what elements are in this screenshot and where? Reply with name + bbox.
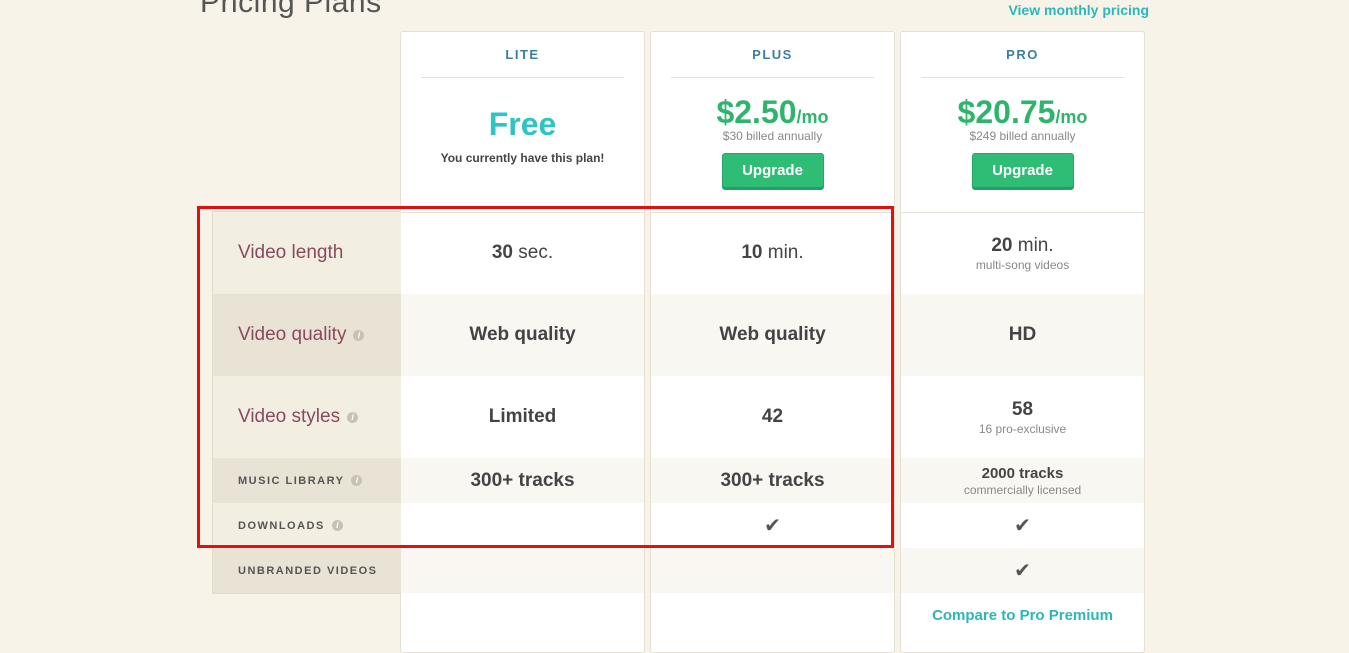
price-amount: $2.50: [716, 94, 797, 130]
plan-name: LITE: [421, 32, 624, 78]
unbranded-cell: [401, 548, 644, 593]
video-styles-value: Limited: [488, 406, 557, 427]
video-length-subtext: multi-song videos: [975, 257, 1070, 272]
video-length-unit: sec.: [518, 242, 554, 263]
price-unit: /mo: [1055, 107, 1088, 127]
billed-annually-note: $249 billed annually: [969, 129, 1076, 143]
feature-label: UNBRANDED VIDEOS: [238, 564, 378, 577]
video-length-unit: min.: [1017, 234, 1054, 256]
video-styles-value: 58: [1011, 398, 1034, 420]
video-styles-cell: 58 16 pro-exclusive: [901, 376, 1144, 458]
video-styles-subtext: 16 pro-exclusive: [978, 421, 1067, 436]
music-library-value: 300+ tracks: [470, 469, 575, 491]
feature-row-unbranded-videos: UNBRANDED VIDEOS: [213, 548, 401, 593]
feature-label-column: Video length Video quality i Video style…: [212, 211, 401, 594]
music-library-cell: 300+ tracks: [651, 458, 894, 503]
video-length-value: 20: [991, 234, 1013, 256]
music-library-cell: 2000 tracks commercially licensed: [901, 458, 1144, 503]
info-icon[interactable]: i: [331, 520, 343, 531]
feature-label: Video length: [238, 242, 344, 263]
feature-row-video-styles: Video styles i: [213, 376, 401, 458]
feature-label: MUSIC LIBRARY: [238, 474, 345, 487]
video-quality-value: Web quality: [719, 324, 826, 345]
plan-header-plus: PLUS $2.50/mo $30 billed annually Upgrad…: [651, 32, 894, 213]
info-icon[interactable]: i: [347, 411, 359, 423]
video-quality-cell: HD: [901, 294, 1144, 376]
plan-name: PLUS: [671, 32, 874, 78]
video-styles-value: 42: [761, 406, 784, 427]
video-length-value: 10: [741, 242, 763, 263]
feature-label: Video quality: [238, 324, 347, 345]
video-length-cell: 30 sec.: [401, 212, 644, 294]
plan-price: $2.50/mo: [651, 94, 894, 131]
downloads-cell: [401, 503, 644, 548]
info-icon[interactable]: i: [351, 475, 363, 486]
video-styles-cell: Limited: [401, 376, 644, 458]
downloads-cell: ✔: [651, 503, 894, 548]
unbranded-cell: ✔: [901, 548, 1144, 593]
plan-column-pro: PRO $20.75/mo $249 billed annually Upgra…: [900, 31, 1145, 653]
plan-column-lite: LITE Free You currently have this plan! …: [400, 31, 645, 653]
video-quality-cell: Web quality: [401, 294, 644, 376]
video-length-value: 30: [491, 242, 513, 263]
downloads-cell: ✔: [901, 503, 1144, 548]
feature-row-video-length: Video length: [213, 212, 401, 294]
price-amount: $20.75: [957, 94, 1056, 130]
feature-row-downloads: DOWNLOADS i: [213, 503, 401, 548]
billed-annually-note: $30 billed annually: [722, 129, 823, 143]
view-monthly-pricing-link[interactable]: View monthly pricing: [1008, 2, 1149, 18]
current-plan-note: You currently have this plan!: [440, 151, 605, 165]
feature-row-music-library: MUSIC LIBRARY i: [213, 458, 401, 503]
plan-header-lite: LITE Free You currently have this plan!: [401, 32, 644, 213]
plan-price: Free: [488, 106, 557, 142]
upgrade-plus-button[interactable]: Upgrade: [721, 153, 824, 190]
checkmark-icon: ✔: [764, 515, 781, 537]
music-library-subtext: commercially licensed: [963, 482, 1082, 497]
feature-row-video-quality: Video quality i: [213, 294, 401, 376]
video-length-unit: min.: [767, 242, 804, 263]
video-quality-cell: Web quality: [651, 294, 894, 376]
compare-pro-premium-link[interactable]: Compare to Pro Premium: [932, 607, 1113, 624]
compare-cell: Compare to Pro Premium: [901, 593, 1144, 638]
video-length-cell: 10 min.: [651, 212, 894, 294]
checkmark-icon: ✔: [1014, 560, 1031, 582]
checkmark-icon: ✔: [1014, 515, 1031, 537]
video-length-cell: 20 min. multi-song videos: [901, 212, 1144, 294]
unbranded-cell: [651, 548, 894, 593]
feature-label: DOWNLOADS: [238, 519, 325, 532]
plan-header-pro: PRO $20.75/mo $249 billed annually Upgra…: [901, 32, 1144, 213]
upgrade-pro-button[interactable]: Upgrade: [971, 153, 1074, 190]
video-quality-value: HD: [1008, 324, 1037, 345]
video-styles-cell: 42: [651, 376, 894, 458]
music-library-cell: 300+ tracks: [401, 458, 644, 503]
plan-price: $20.75/mo: [901, 94, 1144, 131]
info-icon[interactable]: i: [353, 329, 365, 341]
video-quality-value: Web quality: [469, 324, 576, 345]
price-unit: /mo: [796, 107, 829, 127]
plan-column-plus: PLUS $2.50/mo $30 billed annually Upgrad…: [650, 31, 895, 653]
music-library-value: 300+ tracks: [720, 469, 825, 491]
music-library-value: 2000 tracks: [981, 464, 1064, 482]
feature-label: Video styles: [238, 406, 341, 427]
plan-name: PRO: [921, 32, 1124, 78]
page-title: Pricing Plans: [200, 0, 382, 19]
